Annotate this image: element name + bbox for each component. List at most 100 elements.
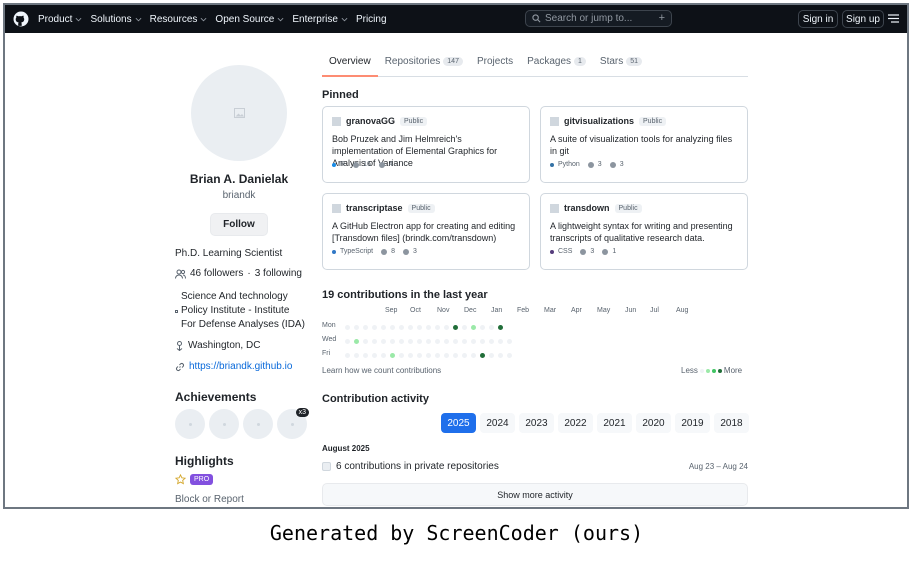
contribution-cell[interactable]	[426, 353, 431, 358]
achievement-badge[interactable]	[175, 409, 205, 439]
contribution-cell[interactable]	[435, 353, 440, 358]
contribution-cell[interactable]	[399, 353, 404, 358]
sign-up-button[interactable]: Sign up	[842, 10, 884, 28]
block-or-report-link[interactable]: Block or Report	[175, 494, 244, 505]
contribution-cell[interactable]	[462, 353, 467, 358]
contribution-cell[interactable]	[363, 325, 368, 330]
contribution-cell[interactable]	[507, 353, 512, 358]
nav-item-solutions[interactable]: Solutions	[86, 14, 145, 25]
year-button-2022[interactable]: 2022	[558, 413, 593, 433]
repo-forks[interactable]: 4	[389, 161, 393, 168]
contribution-cell[interactable]	[408, 339, 413, 344]
contribution-cell[interactable]	[408, 353, 413, 358]
search-input[interactable]: Search or jump to... +	[525, 10, 672, 27]
contribution-cell[interactable]	[381, 353, 386, 358]
year-button-2018[interactable]: 2018	[714, 413, 749, 433]
year-button-2024[interactable]: 2024	[480, 413, 515, 433]
contribution-cell[interactable]	[381, 325, 386, 330]
repo-name-link[interactable]: transcriptase	[346, 203, 403, 213]
nav-item-product[interactable]: Product	[34, 14, 86, 25]
contribution-cell[interactable]	[372, 325, 377, 330]
contribution-cell[interactable]	[462, 339, 467, 344]
repo-forks[interactable]: 3	[413, 248, 417, 255]
repo-stars[interactable]: 16	[363, 161, 371, 168]
follow-button[interactable]: Follow	[210, 213, 268, 236]
contribution-cell[interactable]	[498, 339, 503, 344]
tab-packages[interactable]: Packages 1	[520, 53, 593, 77]
contribution-cell[interactable]	[471, 325, 476, 330]
contribution-cell[interactable]	[372, 339, 377, 344]
contribution-cell[interactable]	[435, 325, 440, 330]
contribution-cell[interactable]	[345, 325, 350, 330]
repo-name-link[interactable]: granovaGG	[346, 116, 395, 126]
contribution-cell[interactable]	[462, 325, 467, 330]
contribution-cell[interactable]	[399, 339, 404, 344]
contribution-cell[interactable]	[453, 353, 458, 358]
tab-overview[interactable]: Overview	[322, 53, 378, 77]
contribution-cell[interactable]	[480, 339, 485, 344]
contribution-cell[interactable]	[417, 339, 422, 344]
tab-stars[interactable]: Stars 51	[593, 53, 649, 77]
contribution-cell[interactable]	[354, 325, 359, 330]
repo-forks[interactable]: 1	[612, 248, 616, 255]
tab-repositories[interactable]: Repositories 147	[378, 53, 470, 77]
repo-forks[interactable]: 3	[620, 161, 624, 168]
repo-name-link[interactable]: gitvisualizations	[564, 116, 634, 126]
contribution-cell[interactable]	[489, 353, 494, 358]
contribution-cell[interactable]	[345, 353, 350, 358]
repo-name-link[interactable]: transdown	[564, 203, 610, 213]
contribution-cell[interactable]	[489, 325, 494, 330]
contribution-cell[interactable]	[453, 325, 458, 330]
contribution-cell[interactable]	[354, 339, 359, 344]
year-button-2025[interactable]: 2025	[441, 413, 476, 433]
learn-contributions-link[interactable]: Learn how we count contributions	[322, 366, 441, 375]
contribution-cell[interactable]	[381, 339, 386, 344]
contribution-cell[interactable]	[480, 325, 485, 330]
followers-count[interactable]: 46 followers	[190, 268, 243, 279]
contribution-cell[interactable]	[507, 339, 512, 344]
achievement-badge[interactable]	[209, 409, 239, 439]
contribution-cell[interactable]	[444, 325, 449, 330]
contribution-cell[interactable]	[417, 325, 422, 330]
contribution-cell[interactable]	[390, 339, 395, 344]
nav-item-pricing[interactable]: Pricing	[352, 14, 391, 25]
repo-stars[interactable]: 3	[598, 161, 602, 168]
repo-stars[interactable]: 3	[590, 248, 594, 255]
achievement-badge[interactable]	[243, 409, 273, 439]
contribution-cell[interactable]	[399, 325, 404, 330]
contribution-cell[interactable]	[345, 339, 350, 344]
contribution-cell[interactable]	[471, 353, 476, 358]
contribution-cell[interactable]	[444, 339, 449, 344]
year-button-2021[interactable]: 2021	[597, 413, 632, 433]
repo-stars[interactable]: 8	[391, 248, 395, 255]
avatar[interactable]	[191, 65, 287, 161]
github-logo-icon[interactable]	[13, 11, 29, 27]
plus-icon[interactable]: +	[659, 12, 665, 24]
contribution-cell[interactable]	[444, 353, 449, 358]
website-link[interactable]: https://briandk.github.io	[189, 361, 292, 372]
year-button-2019[interactable]: 2019	[675, 413, 710, 433]
contribution-cell[interactable]	[390, 325, 395, 330]
contribution-cell[interactable]	[354, 353, 359, 358]
contribution-cell[interactable]	[498, 325, 503, 330]
contribution-cell[interactable]	[489, 339, 494, 344]
year-button-2023[interactable]: 2023	[519, 413, 554, 433]
contribution-cell[interactable]	[363, 353, 368, 358]
contribution-cell[interactable]	[417, 353, 422, 358]
sign-in-button[interactable]: Sign in	[798, 10, 838, 28]
contribution-cell[interactable]	[498, 353, 503, 358]
contribution-cell[interactable]	[480, 353, 485, 358]
nav-item-enterprise[interactable]: Enterprise	[288, 14, 352, 25]
contribution-cell[interactable]	[435, 339, 440, 344]
contribution-cell[interactable]	[471, 339, 476, 344]
contribution-cell[interactable]	[453, 339, 458, 344]
year-button-2020[interactable]: 2020	[636, 413, 671, 433]
contribution-cell[interactable]	[426, 339, 431, 344]
tab-projects[interactable]: Projects	[470, 53, 520, 77]
following-count[interactable]: 3 following	[255, 268, 302, 279]
contribution-cell[interactable]	[372, 353, 377, 358]
contribution-cell[interactable]	[408, 325, 413, 330]
contribution-cell[interactable]	[426, 325, 431, 330]
activity-text[interactable]: 6 contributions in private repositories	[336, 461, 499, 472]
achievement-badge[interactable]: x3	[277, 408, 309, 439]
